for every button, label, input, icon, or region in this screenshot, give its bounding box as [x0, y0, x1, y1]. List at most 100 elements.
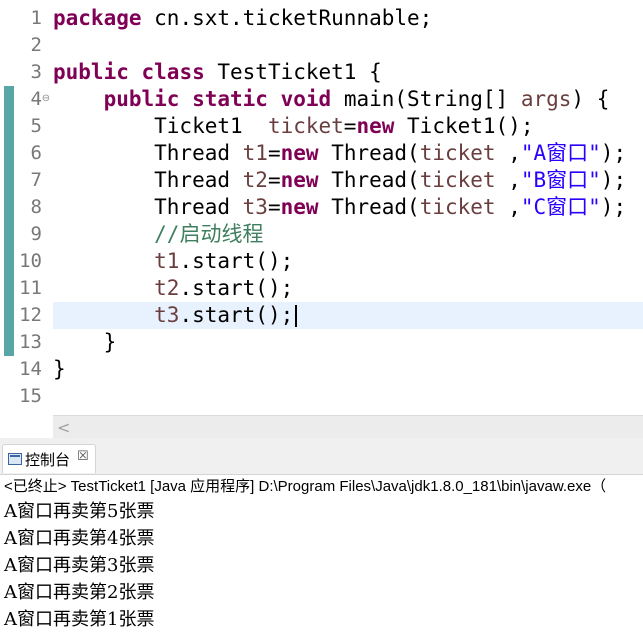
- code-token: );: [600, 195, 627, 219]
- console-output-line: A窗口再卖第2张票: [4, 582, 155, 603]
- code-token: .start();: [179, 249, 294, 273]
- console-tab-label: 控制台: [25, 451, 71, 469]
- line-number: 9: [30, 223, 42, 245]
- code-token: );: [600, 141, 627, 165]
- code-token: new: [280, 195, 319, 219]
- code-token: Thread: [53, 195, 243, 219]
- code-token: args: [520, 87, 572, 111]
- code-token: TestTicket1 {: [204, 60, 382, 84]
- code-token: package: [53, 6, 142, 30]
- line-number: 7: [30, 169, 42, 191]
- code-token: t1: [242, 141, 268, 165]
- code-line[interactable]: t2.start();: [53, 275, 293, 302]
- code-token: .start();: [179, 303, 294, 327]
- code-line[interactable]: Ticket1 ticket=new Ticket1();: [53, 113, 533, 140]
- code-token: class: [141, 60, 205, 84]
- code-line[interactable]: }: [53, 356, 66, 383]
- code-line[interactable]: //启动线程: [53, 221, 263, 248]
- code-token: t2: [242, 168, 268, 192]
- code-editor[interactable]: ⊖ 1 2 3 4 5 6 7 8 9 10 11 12 13 14 15 package cn.sxt.t…: [0, 0, 643, 415]
- code-token: new: [280, 168, 319, 192]
- code-token: t1: [154, 249, 180, 273]
- console-status: <已终止> TestTicket1 [Java 应用程序] D:\Program…: [4, 478, 607, 495]
- code-token: "A窗口": [520, 141, 601, 165]
- code-token: );: [600, 168, 627, 192]
- line-number: 5: [30, 115, 42, 137]
- code-token: }: [53, 357, 66, 381]
- code-line[interactable]: t3.start();: [53, 302, 298, 329]
- code-token: Thread(: [318, 168, 420, 192]
- code-token: static: [192, 87, 268, 111]
- code-token: ) {: [571, 87, 610, 111]
- code-token: }: [53, 330, 117, 354]
- console-output-line: A窗口再卖第3张票: [4, 555, 155, 576]
- code-line[interactable]: public static void main(String[] args) {: [53, 86, 610, 113]
- line-number: 15: [19, 385, 42, 407]
- line-number: 8: [30, 196, 42, 218]
- line-number: 4: [30, 88, 42, 110]
- gutter-bottom: [0, 415, 53, 437]
- line-number: 14: [19, 358, 42, 380]
- code-line[interactable]: Thread t1=new Thread(ticket ,"A窗口");: [53, 140, 626, 167]
- code-token: t3: [242, 195, 268, 219]
- code-token: "B窗口": [520, 168, 601, 192]
- console-icon: [8, 453, 22, 465]
- code-line[interactable]: Thread t3=new Thread(ticket ,"C窗口");: [53, 194, 626, 221]
- line-number: 11: [19, 277, 42, 299]
- code-token: ticket: [419, 141, 496, 165]
- horizontal-scrollbar[interactable]: <: [53, 415, 643, 438]
- code-token: ,: [495, 168, 521, 192]
- code-token: new: [356, 114, 395, 138]
- console-view-header: 控制台 ☒: [0, 438, 643, 475]
- code-token: =: [267, 195, 281, 219]
- console-output-line: A窗口再卖第4张票: [4, 528, 155, 549]
- code-token: =: [267, 168, 281, 192]
- line-number: 2: [30, 34, 42, 56]
- console-output-line: A窗口再卖第5张票: [4, 501, 155, 522]
- code-token: .start();: [179, 276, 294, 300]
- code-token: ,: [495, 141, 521, 165]
- line-number: 12: [19, 304, 42, 326]
- code-token: Thread: [53, 141, 243, 165]
- code-line[interactable]: }: [53, 329, 117, 356]
- text-caret: [295, 305, 298, 327]
- change-bar-top: [4, 86, 14, 113]
- code-token: t2: [154, 276, 180, 300]
- close-icon[interactable]: ☒: [77, 449, 89, 464]
- code-token: Ticket1: [53, 114, 268, 138]
- code-token: =: [343, 114, 357, 138]
- scroll-left-icon[interactable]: <: [57, 418, 70, 437]
- code-token: "C窗口": [520, 195, 601, 219]
- code-token: =: [267, 141, 281, 165]
- code-token: ticket: [419, 195, 496, 219]
- code-token: public: [53, 60, 129, 84]
- code-token: public: [103, 87, 180, 111]
- code-token: cn.sxt.ticketRunnable;: [141, 6, 433, 30]
- code-line[interactable]: Thread t2=new Thread(ticket ,"B窗口");: [53, 167, 626, 194]
- code-token: t3: [154, 303, 180, 327]
- code-line[interactable]: package cn.sxt.ticketRunnable;: [53, 5, 432, 32]
- tab-console[interactable]: 控制台 ☒: [2, 444, 96, 473]
- code-token: main(String[]: [331, 87, 521, 111]
- code-token: ticket: [267, 114, 344, 138]
- code-line[interactable]: public class TestTicket1 {: [53, 59, 382, 86]
- code-token: //启动线程: [154, 222, 264, 246]
- code-token: Ticket1();: [394, 114, 534, 138]
- code-token: Thread(: [318, 195, 420, 219]
- line-number: 3: [30, 61, 42, 83]
- line-number: 10: [19, 250, 42, 272]
- code-line[interactable]: t1.start();: [53, 248, 293, 275]
- code-token: void: [280, 87, 332, 111]
- line-number: 1: [30, 7, 42, 29]
- code-token: Thread(: [318, 141, 420, 165]
- console-output-line: A窗口再卖第1张票: [4, 609, 155, 630]
- code-token: Thread: [53, 168, 243, 192]
